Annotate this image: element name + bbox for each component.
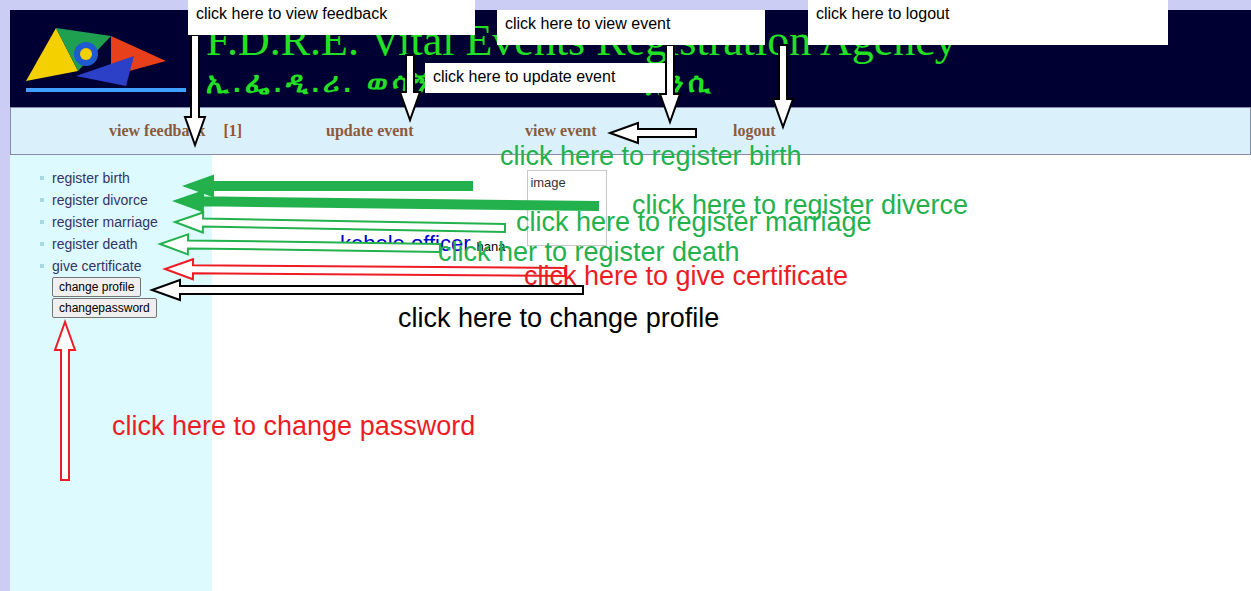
- sidebar-link[interactable]: register birth: [52, 168, 130, 189]
- arrow-icon: [152, 280, 583, 300]
- sidebar-button[interactable]: change profile: [52, 277, 141, 297]
- feedback-count-badge: [1]: [223, 119, 242, 143]
- annotation-caption: click here to register birth: [500, 140, 802, 172]
- annotation-label: click here to view feedback: [188, 0, 475, 35]
- nav-link[interactable]: logout: [733, 119, 776, 143]
- arrow-icon: [185, 176, 472, 196]
- sidebar-button[interactable]: changepassword: [52, 298, 157, 318]
- page: F.D.R.E. Vital Events Registration Agenc…: [0, 0, 1251, 591]
- sidebar-link[interactable]: register divorce: [52, 190, 148, 211]
- annotation-caption: click here to change profile: [398, 302, 719, 334]
- sidebar-link[interactable]: give certificate: [52, 256, 141, 277]
- annotation-label: click here to logout: [808, 0, 1168, 45]
- annotation-caption: click here to change password: [112, 410, 475, 442]
- nav-link[interactable]: view event: [525, 119, 597, 143]
- bullet-icon: [40, 220, 44, 224]
- agency-logo-icon: [16, 16, 196, 101]
- annotation-caption: click here to register marriage: [516, 206, 872, 238]
- nav-link[interactable]: view feedback: [109, 119, 205, 143]
- bullet-icon: [40, 264, 44, 268]
- sidebar: register birthregister divorceregister m…: [10, 155, 212, 591]
- bullet-icon: [40, 176, 44, 180]
- nav-link[interactable]: update event: [326, 119, 414, 143]
- annotation-label: click here to view event: [497, 10, 765, 45]
- bullet-icon: [40, 198, 44, 202]
- arrow-icon: [175, 213, 505, 233]
- annotation-label: click here to update event: [425, 63, 665, 93]
- arrow-icon: [400, 55, 420, 120]
- arrow-icon: [773, 45, 793, 127]
- arrow-icon: [610, 123, 696, 143]
- arrow-icon: [185, 35, 205, 145]
- arrow-icon: [55, 322, 75, 480]
- sidebar-link[interactable]: register marriage: [52, 212, 158, 233]
- sidebar-link[interactable]: register death: [52, 234, 138, 255]
- annotation-caption: click here to give certificate: [524, 260, 848, 292]
- bullet-icon: [40, 242, 44, 246]
- arrow-icon: [160, 234, 440, 254]
